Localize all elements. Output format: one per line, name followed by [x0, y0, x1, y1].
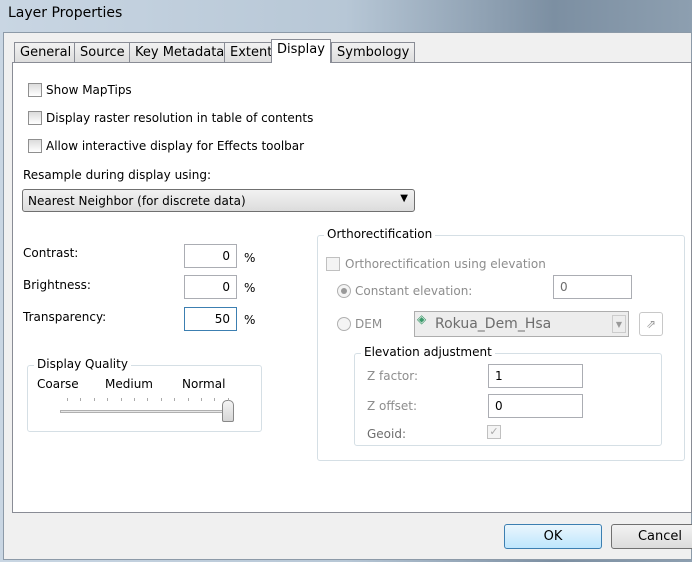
show-maptips-checkbox[interactable] [28, 83, 42, 97]
dem-value: Rokua_Dem_Hsa [435, 316, 552, 332]
display-quality-group: Display Quality Coarse Medium Normal [27, 357, 262, 432]
z-offset-label: Z offset: [367, 399, 418, 413]
z-offset-input[interactable]: 0 [488, 394, 583, 418]
constant-elevation-input[interactable]: 0 [553, 275, 632, 299]
slider-tick [67, 398, 68, 401]
slider-tick [160, 398, 162, 401]
tab-display[interactable]: Display [271, 39, 331, 63]
dem-label: DEM [355, 317, 383, 331]
geoid-checkbox[interactable]: ✓ [487, 425, 501, 439]
z-factor-label: Z factor: [367, 369, 419, 383]
transparency-label: Transparency: [23, 310, 107, 324]
browse-folder-icon[interactable]: ⇗ [639, 312, 663, 336]
slider-tick [134, 398, 135, 401]
quality-slider-track[interactable] [60, 410, 230, 413]
slider-tick [174, 398, 176, 401]
slider-tick [93, 398, 95, 401]
resample-label: Resample during display using: [23, 168, 212, 182]
dem-dropdown[interactable]: ◈ Rokua_Dem_Hsa ▼ [414, 311, 629, 337]
constant-elevation-radio[interactable] [337, 284, 351, 298]
elevation-adjustment-title: Elevation adjustment [361, 345, 495, 359]
brightness-unit: % [244, 281, 256, 295]
slider-tick [120, 398, 122, 401]
quality-normal-label: Normal [182, 377, 226, 391]
slider-tick [201, 398, 202, 401]
window-title: Layer Properties [8, 5, 123, 21]
quality-coarse-label: Coarse [37, 377, 79, 391]
slider-tick [107, 398, 109, 401]
quality-slider-thumb[interactable] [222, 400, 234, 422]
tab-symbology[interactable]: Symbology [331, 42, 416, 63]
tab-source[interactable]: Source [74, 42, 131, 63]
tab-key-metadata[interactable]: Key Metadata [129, 42, 231, 63]
resample-dropdown[interactable]: Nearest Neighbor (for discrete data) ▼ [22, 189, 415, 212]
ok-button[interactable]: OK [504, 524, 602, 549]
contrast-input[interactable]: 0 [184, 244, 237, 268]
slider-tick [147, 398, 149, 401]
interactive-effects-label: Allow interactive display for Effects to… [46, 139, 305, 153]
resample-value: Nearest Neighbor (for discrete data) [28, 194, 246, 208]
slider-tick [187, 398, 189, 401]
display-quality-title: Display Quality [34, 357, 131, 371]
orthorectification-title: Orthorectification [324, 227, 436, 241]
slider-tick [214, 398, 216, 401]
chevron-down-icon: ▼ [400, 193, 408, 204]
contrast-label: Contrast: [23, 246, 79, 260]
cancel-button[interactable]: Cancel [611, 524, 692, 549]
geoid-label: Geoid: [367, 427, 407, 441]
constant-elevation-label: Constant elevation: [355, 284, 473, 298]
brightness-label: Brightness: [23, 278, 91, 292]
ortho-elevation-checkbox[interactable] [326, 257, 340, 271]
quality-medium-label: Medium [105, 377, 153, 391]
raster-layer-icon: ◈ [417, 312, 427, 326]
orthorectification-group: Orthorectification Orthorectification us… [317, 227, 685, 461]
slider-tick [80, 398, 82, 401]
slider-tick [227, 398, 229, 401]
elevation-adjustment-group: Elevation adjustment Z factor: 1 Z offse… [354, 345, 662, 446]
display-resolution-checkbox[interactable] [28, 111, 42, 125]
dem-radio[interactable] [337, 317, 351, 331]
transparency-input[interactable]: 50 [184, 307, 237, 331]
show-maptips-label: Show MapTips [46, 83, 132, 97]
interactive-effects-checkbox[interactable] [28, 139, 42, 153]
ortho-elevation-label: Orthorectification using elevation [345, 257, 546, 271]
contrast-unit: % [244, 251, 256, 265]
tab-general[interactable]: General [14, 42, 78, 63]
chevron-down-icon: ▼ [612, 315, 626, 333]
transparency-unit: % [244, 313, 256, 327]
display-resolution-label: Display raster resolution in table of co… [46, 111, 314, 125]
brightness-input[interactable]: 0 [184, 275, 237, 299]
z-factor-input[interactable]: 1 [488, 364, 583, 388]
